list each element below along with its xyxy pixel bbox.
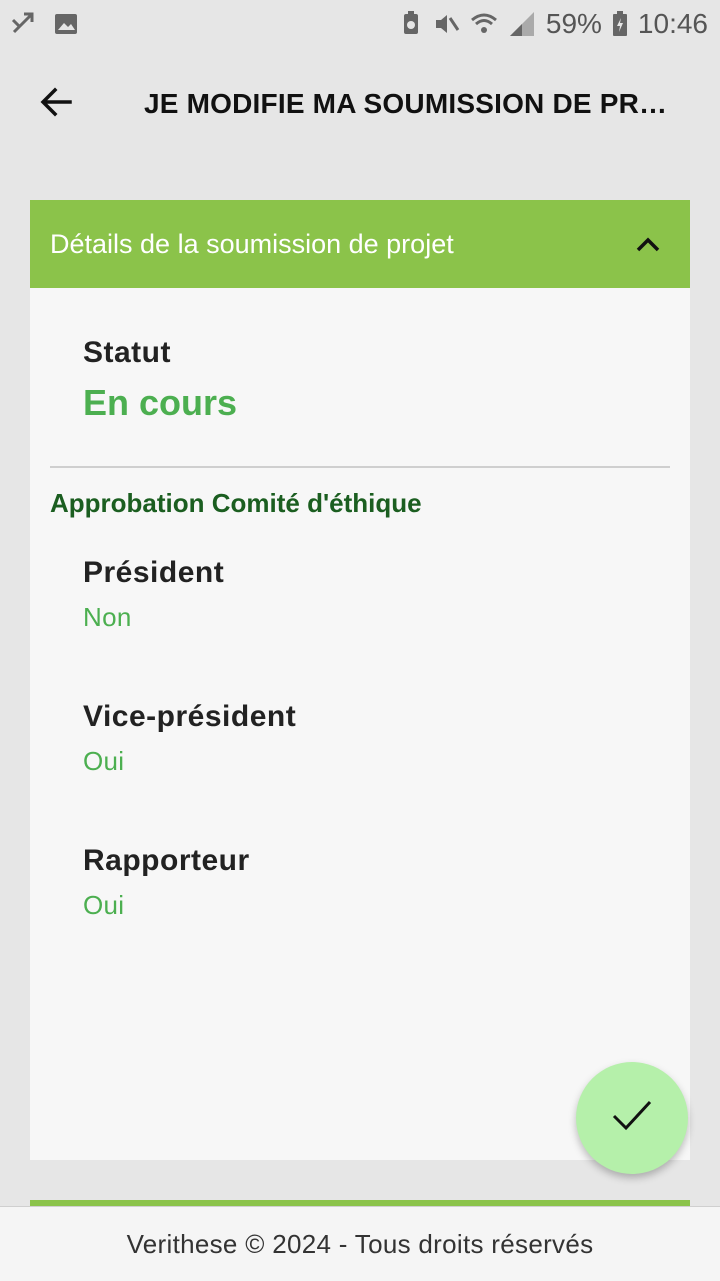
approval-president: Président Non bbox=[83, 556, 224, 633]
status-field: Statut En cours bbox=[83, 336, 237, 424]
approval-label: Rapporteur bbox=[83, 844, 250, 877]
mute-icon bbox=[432, 10, 460, 38]
arrow-left-icon bbox=[38, 84, 74, 125]
status-value: En cours bbox=[83, 382, 238, 423]
card-header-title: Détails de la soumission de projet bbox=[50, 228, 454, 259]
divider bbox=[50, 466, 670, 468]
status-bar: 59% 10:46 bbox=[0, 0, 720, 48]
approval-value: Oui bbox=[83, 890, 125, 920]
approval-rapporteur: Rapporteur Oui bbox=[83, 844, 250, 921]
approval-vice-president: Vice-président Oui bbox=[83, 700, 296, 777]
status-bar-left bbox=[0, 10, 80, 38]
app-bar: JE MODIFIE MA SOUMISSION DE PROJ... bbox=[0, 48, 720, 160]
back-button[interactable] bbox=[24, 72, 88, 136]
page-title: JE MODIFIE MA SOUMISSION DE PROJ... bbox=[144, 88, 684, 119]
approval-value: Oui bbox=[83, 746, 125, 776]
footer: Verithese © 2024 - Tous droits réservés bbox=[0, 1206, 720, 1281]
status-bar-right: 59% 10:46 bbox=[400, 8, 720, 40]
status-label: Statut bbox=[83, 336, 171, 369]
approval-label: Vice-président bbox=[83, 700, 297, 733]
approval-label: Président bbox=[83, 556, 225, 589]
chevron-up-icon[interactable] bbox=[628, 224, 668, 264]
battery-percent: 59% bbox=[545, 8, 602, 39]
signal-icon bbox=[508, 10, 536, 38]
section-title-ethics-approval: Approbation Comité d'éthique bbox=[50, 488, 422, 518]
battery-saver-icon bbox=[400, 10, 422, 38]
image-icon bbox=[52, 10, 80, 38]
footer-text: Verithese © 2024 - Tous droits réservés bbox=[126, 1228, 594, 1259]
card-header-toggle[interactable]: Détails de la soumission de projet bbox=[30, 200, 690, 288]
clock: 10:46 bbox=[637, 8, 708, 39]
approval-value: Non bbox=[83, 602, 132, 632]
submission-details-card: Détails de la soumission de projet Statu… bbox=[30, 200, 690, 1160]
confirm-fab-button[interactable] bbox=[576, 1062, 688, 1174]
missed-call-icon bbox=[10, 10, 38, 38]
check-icon bbox=[610, 1098, 654, 1139]
battery-icon bbox=[612, 10, 628, 38]
wifi-icon bbox=[470, 10, 498, 38]
